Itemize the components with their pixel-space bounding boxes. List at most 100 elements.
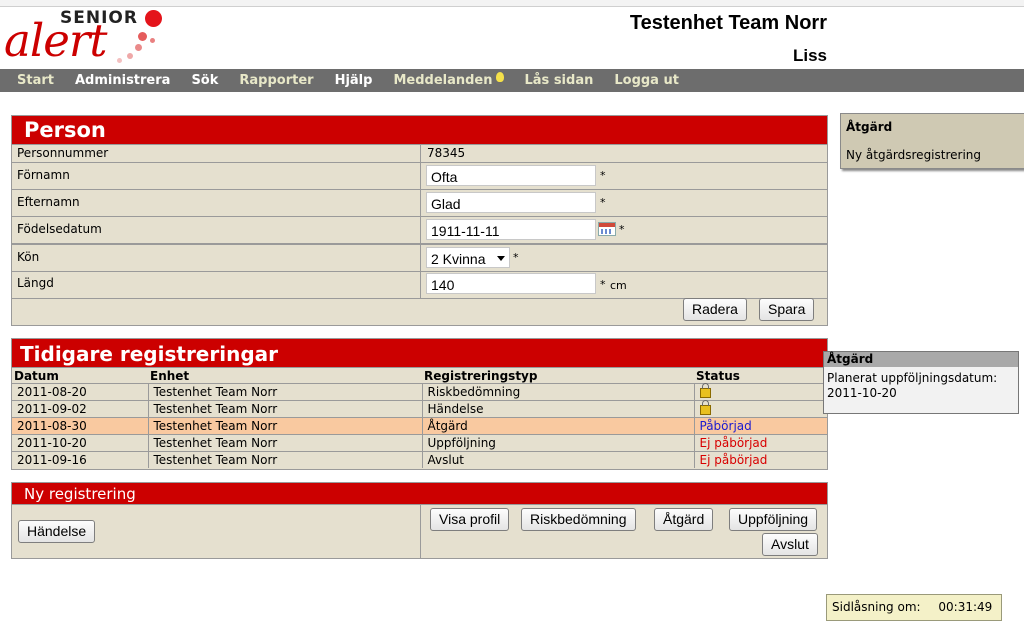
personnummer-value: 78345 [427, 146, 466, 160]
avslut-button[interactable]: Avslut [762, 533, 818, 556]
langd-input[interactable]: 140 [426, 273, 596, 294]
kon-label: Kön [17, 250, 40, 264]
radera-button[interactable]: Radera [683, 298, 747, 321]
tooltip-line1: Planerat uppföljningsdatum: [827, 371, 998, 385]
new-registration-divider [420, 504, 421, 558]
personnummer-cell: 78345 [420, 145, 465, 162]
row-kon: Kön 2 Kvinna * [12, 245, 827, 272]
unit-title: Testenhet Team Norr [629, 12, 827, 34]
nav-sok[interactable]: Sök [191, 73, 218, 88]
logo-dot [117, 58, 122, 63]
calendar-icon[interactable] [598, 222, 616, 236]
history-header-row: Datum Enhet Registreringstyp Status [12, 368, 827, 384]
history-table: Datum Enhet Registreringstyp Status 2011… [12, 368, 827, 468]
row-status[interactable]: Ej påbörjad [693, 434, 827, 452]
spara-button[interactable]: Spara [759, 298, 815, 321]
row-status [693, 400, 827, 418]
row-date: 2011-08-20 [12, 383, 148, 401]
logo-dot [135, 44, 142, 51]
efternamn-cell: Glad * [420, 190, 606, 216]
row-unit: Testenhet Team Norr [147, 434, 422, 452]
lightbulb-icon [495, 72, 504, 82]
fornamn-label: Förnamn [17, 168, 70, 182]
col-registreringstyp: Registreringstyp [422, 368, 694, 384]
row-status [693, 383, 827, 401]
ny-atgardsregistrering-link[interactable]: Ny åtgärdsregistrering [846, 148, 981, 162]
logo-dot [150, 38, 155, 43]
row-status[interactable]: Ej påbörjad [693, 451, 827, 468]
atgard-button[interactable]: Åtgärd [654, 508, 714, 531]
fornamn-cell: Ofta * [420, 163, 606, 189]
handelse-button[interactable]: Händelse [18, 520, 96, 543]
row-unit: Testenhet Team Norr [147, 400, 422, 418]
lock-timer-label: Sidlåsning om: [832, 600, 921, 614]
new-registration-panel: Ny registrering Händelse Visa profil Ris… [11, 482, 828, 559]
langd-cell: 140 * cm [420, 272, 627, 298]
person-panel-title: Person [12, 116, 827, 145]
efternamn-input[interactable]: Glad [426, 192, 596, 213]
row-unit: Testenhet Team Norr [147, 451, 422, 468]
page-lock-timer: Sidlåsning om: 00:31:49 [826, 594, 1002, 621]
table-row[interactable]: 2011-10-20 Testenhet Team Norr Uppföljni… [12, 434, 827, 452]
table-row-highlighted[interactable]: 2011-08-30 Testenhet Team Norr Åtgärd På… [12, 417, 827, 435]
history-panel: Tidigare registreringar Datum Enhet Regi… [11, 338, 828, 470]
row-date: 2011-10-20 [12, 434, 148, 452]
table-row[interactable]: 2011-09-02 Testenhet Team Norr Händelse [12, 400, 827, 418]
required-mark: * [600, 169, 606, 182]
table-row[interactable]: 2011-08-20 Testenhet Team Norr Riskbedöm… [12, 383, 827, 401]
fodelsedatum-label: Födelsedatum [17, 222, 102, 236]
nav-start[interactable]: Start [17, 73, 54, 88]
row-fornamn: Förnamn Ofta * [12, 163, 827, 190]
kon-select-value: 2 Kvinna [431, 251, 486, 267]
nav-logga-ut[interactable]: Logga ut [614, 73, 679, 88]
row-type: Uppföljning [421, 434, 694, 452]
uppfoljning-button[interactable]: Uppföljning [729, 508, 818, 531]
nav-hjalp[interactable]: Hjälp [335, 73, 373, 88]
history-panel-title: Tidigare registreringar [12, 339, 827, 368]
col-status: Status [694, 368, 827, 384]
person-panel: Person Personnummer 78345 Förnamn Ofta *… [11, 115, 828, 326]
efternamn-label: Efternamn [17, 195, 80, 209]
row-personnummer: Personnummer 78345 [12, 145, 827, 163]
required-mark: * [513, 251, 519, 264]
senior-alert-logo: SENIOR alert [4, 6, 169, 68]
fodelsedatum-input[interactable]: 1911-11-11 [426, 219, 596, 240]
nav-rapporter[interactable]: Rapporter [239, 73, 313, 88]
required-mark: * [619, 223, 625, 236]
col-enhet: Enhet [148, 368, 422, 384]
row-status[interactable]: Påbörjad [693, 417, 827, 435]
tooltip-line2: 2011-10-20 [827, 386, 897, 400]
nav-meddelanden[interactable]: Meddelanden [393, 72, 504, 88]
langd-label: Längd [17, 276, 54, 290]
col-datum: Datum [12, 368, 148, 384]
row-type: Riskbedömning [421, 383, 694, 401]
row-unit: Testenhet Team Norr [147, 417, 422, 435]
kon-cell: 2 Kvinna * [420, 245, 519, 271]
nav-las-sidan[interactable]: Lås sidan [525, 73, 594, 88]
row-type: Händelse [421, 400, 694, 418]
nav-administrera[interactable]: Administrera [75, 73, 170, 88]
kon-select[interactable]: 2 Kvinna [426, 247, 510, 268]
row-date: 2011-08-30 [12, 417, 148, 435]
lock-timer-value: 00:31:49 [938, 600, 993, 614]
main-nav: Start Administrera Sök Rapporter Hjälp M… [0, 69, 1024, 92]
required-mark: * [600, 196, 606, 209]
chevron-down-icon [497, 256, 505, 261]
new-registration-title: Ny registrering [12, 483, 827, 505]
fornamn-input[interactable]: Ofta [426, 165, 596, 186]
riskbedomning-button[interactable]: Riskbedömning [521, 508, 636, 531]
logo-alert-text: alert [4, 14, 107, 67]
nav-meddelanden-label: Meddelanden [393, 73, 493, 88]
visa-profil-button[interactable]: Visa profil [430, 508, 510, 531]
logo-dot [138, 32, 147, 41]
row-type: Avslut [421, 451, 694, 468]
lock-icon [699, 383, 711, 398]
tooltip-body: Planerat uppföljningsdatum: 2011-10-20 [824, 367, 1018, 401]
user-name: Liss [792, 46, 827, 65]
row-efternamn: Efternamn Glad * [12, 190, 827, 217]
row-langd: Längd 140 * cm [12, 272, 827, 299]
table-row[interactable]: 2011-09-16 Testenhet Team Norr Avslut Ej… [12, 451, 827, 468]
row-unit: Testenhet Team Norr [147, 383, 422, 401]
required-mark: * [600, 278, 606, 291]
side-box-title: Åtgärd [846, 120, 893, 134]
